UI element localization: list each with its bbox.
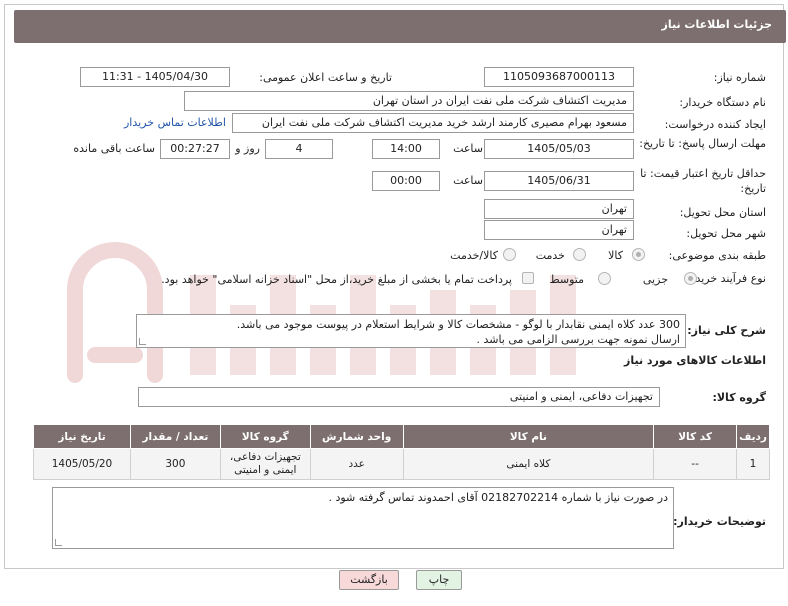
- cell-row: 1: [736, 448, 770, 480]
- days-field: 4: [265, 139, 333, 159]
- creator-label: ایجاد کننده درخواست:: [664, 118, 766, 131]
- process-minor-label: جزیی: [642, 273, 668, 286]
- category-service-radio[interactable]: [573, 248, 586, 261]
- category-label: طبقه بندی موضوعی:: [668, 249, 766, 262]
- need-number-field: 1105093687000113: [484, 67, 634, 87]
- announce-label: تاریخ و ساعت اعلان عمومی:: [259, 71, 392, 84]
- goods-section-title: اطلاعات کالاهای مورد نیاز: [624, 354, 766, 367]
- col-qty-header: تعداد / مقدار: [129, 424, 221, 449]
- category-goods-label: کالا: [608, 249, 623, 262]
- process-minor-radio[interactable]: [684, 272, 697, 285]
- price-validity-label: حداقل تاریخ اعتبار قیمت: تا تاریخ:: [640, 167, 766, 195]
- print-button[interactable]: چاپ: [416, 570, 462, 590]
- col-row-header: ردیف: [736, 424, 770, 449]
- buyer-notes-text: در صورت نیاز با شماره 02182702214 آقای ا…: [328, 491, 668, 504]
- col-date-header: تاریخ نیاز: [33, 424, 131, 449]
- goods-table: ردیف کد کالا نام کالا واحد شمارش گروه کا…: [33, 424, 770, 480]
- description-line-2: ارسال نمونه جهت بررسی الزامی می باشد .: [476, 333, 680, 346]
- details-panel: [4, 4, 784, 569]
- treasury-payment-text: پرداخت تمام یا بخشی از مبلغ خرید،از محل …: [161, 273, 512, 286]
- buyer-notes-label: توضیحات خریدار:: [673, 515, 766, 528]
- goods-group-field: تجهیزات دفاعی، ایمنی و امنیتی: [138, 387, 660, 407]
- province-field: تهران: [484, 199, 634, 219]
- col-unit-header: واحد شمارش: [309, 424, 404, 449]
- page-title: جزئیات اطلاعات نیاز: [661, 18, 773, 31]
- treasury-payment-checkbox[interactable]: [522, 272, 534, 284]
- days-label: روز و: [235, 142, 260, 155]
- panel-header: جزئیات اطلاعات نیاز: [14, 10, 786, 43]
- cell-qty: 300: [129, 448, 221, 480]
- buyer-contact-link[interactable]: اطلاعات تماس خریدار: [124, 116, 226, 129]
- cell-group: تجهیزات دفاعی، ایمنی و امنیتی: [219, 448, 311, 480]
- category-goods-radio[interactable]: [632, 248, 645, 261]
- deadline-time-field: 14:00: [372, 139, 440, 159]
- col-name-header: نام کالا: [402, 424, 655, 449]
- description-label: شرح کلی نیاز:: [687, 324, 766, 337]
- buyer-label: نام دستگاه خریدار:: [679, 96, 766, 109]
- cell-unit: عدد: [309, 448, 404, 480]
- buyer-field: مدیریت اکتشاف شرکت ملی نفت ایران در استا…: [184, 91, 634, 111]
- back-button[interactable]: بازگشت: [339, 570, 399, 590]
- province-label: استان محل تحویل:: [679, 206, 766, 219]
- price-validity-time-label: ساعت: [453, 174, 483, 187]
- col-code-header: کد کالا: [653, 424, 738, 449]
- table-row: 1 -- کلاه ایمنی عدد تجهیزات دفاعی، ایمنی…: [33, 448, 770, 480]
- remaining-time-field: 00:27:27: [160, 139, 230, 159]
- creator-field: مسعود بهرام مصیری کارمند ارشد خرید مدیری…: [232, 113, 634, 133]
- category-goods-service-label: کالا/خدمت: [450, 249, 498, 262]
- remaining-label: ساعت باقی مانده: [73, 142, 155, 155]
- description-line-1: 300 عدد کلاه ایمنی نقابدار با لوگو - مشخ…: [236, 318, 680, 331]
- category-service-label: خدمت: [535, 249, 565, 262]
- process-medium-radio[interactable]: [598, 272, 611, 285]
- resize-handle-icon[interactable]: [55, 539, 62, 546]
- need-number-label: شماره نیاز:: [713, 71, 766, 84]
- cell-date: 1405/05/20: [33, 448, 131, 480]
- description-textarea[interactable]: 300 عدد کلاه ایمنی نقابدار با لوگو - مشخ…: [136, 314, 686, 348]
- city-field: تهران: [484, 220, 634, 240]
- resize-handle-icon[interactable]: [139, 338, 146, 345]
- announce-datetime-field: 1405/04/30 - 11:31: [80, 67, 230, 87]
- cell-code: --: [653, 448, 738, 480]
- col-group-header: گروه کالا: [219, 424, 311, 449]
- price-validity-time-field: 00:00: [372, 171, 440, 191]
- cell-name: کلاه ایمنی: [402, 448, 655, 480]
- deadline-label: مهلت ارسال پاسخ: تا تاریخ:: [639, 137, 766, 150]
- category-goods-service-radio[interactable]: [503, 248, 516, 261]
- process-medium-label: متوسط: [549, 273, 584, 286]
- city-label: شهر محل تحویل:: [686, 227, 766, 240]
- deadline-time-label: ساعت: [453, 142, 483, 155]
- process-label: نوع فرآیند خرید :: [688, 272, 766, 285]
- table-header-row: ردیف کد کالا نام کالا واحد شمارش گروه کا…: [33, 424, 770, 449]
- price-validity-date-field: 1405/06/31: [484, 171, 634, 191]
- deadline-date-field: 1405/05/03: [484, 139, 634, 159]
- goods-group-label: گروه کالا:: [712, 391, 766, 404]
- buyer-notes-textarea[interactable]: در صورت نیاز با شماره 02182702214 آقای ا…: [52, 487, 674, 549]
